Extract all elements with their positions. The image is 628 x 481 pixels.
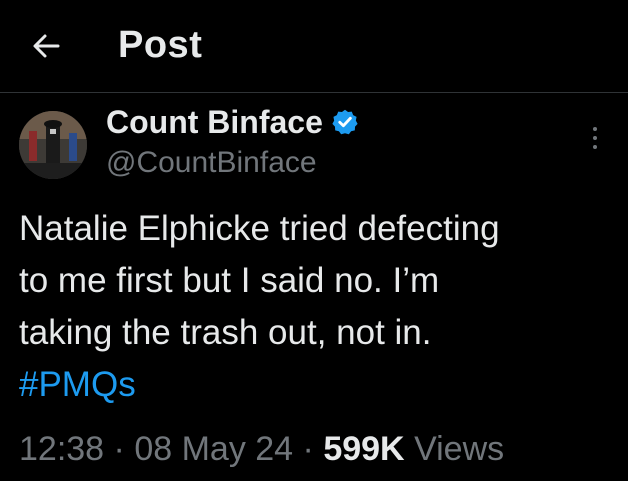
post-text-line: taking the trash out, not in. xyxy=(19,313,432,352)
post-date[interactable]: 08 May 24 xyxy=(134,430,293,468)
post-meta: 12:38 · 08 May 24 · 599K Views xyxy=(19,430,504,469)
post-text-line: Natalie Elphicke tried defecting xyxy=(19,209,500,248)
post-text: Natalie Elphicke tried defecting to me f… xyxy=(19,203,619,411)
author-row: Count Binface xyxy=(106,102,359,142)
post-text-line: to me first but I said no. I’m xyxy=(19,261,440,300)
hashtag-link[interactable]: #PMQs xyxy=(19,359,619,411)
views-label: Views xyxy=(414,430,505,468)
display-name[interactable]: Count Binface xyxy=(106,104,323,141)
arrow-left-icon[interactable] xyxy=(30,30,62,62)
page-title: Post xyxy=(118,24,203,66)
header-divider xyxy=(0,92,628,93)
user-handle[interactable]: @CountBinface xyxy=(106,146,317,180)
more-vertical-icon[interactable] xyxy=(590,125,600,151)
verified-badge-icon xyxy=(332,109,358,135)
avatar[interactable] xyxy=(19,111,87,179)
meta-separator: · xyxy=(113,430,125,468)
post-time[interactable]: 12:38 xyxy=(19,430,104,468)
top-bar: Post xyxy=(0,0,628,92)
meta-separator: · xyxy=(302,430,314,468)
views-count: 599K xyxy=(323,430,405,468)
avatar-image xyxy=(19,111,87,179)
